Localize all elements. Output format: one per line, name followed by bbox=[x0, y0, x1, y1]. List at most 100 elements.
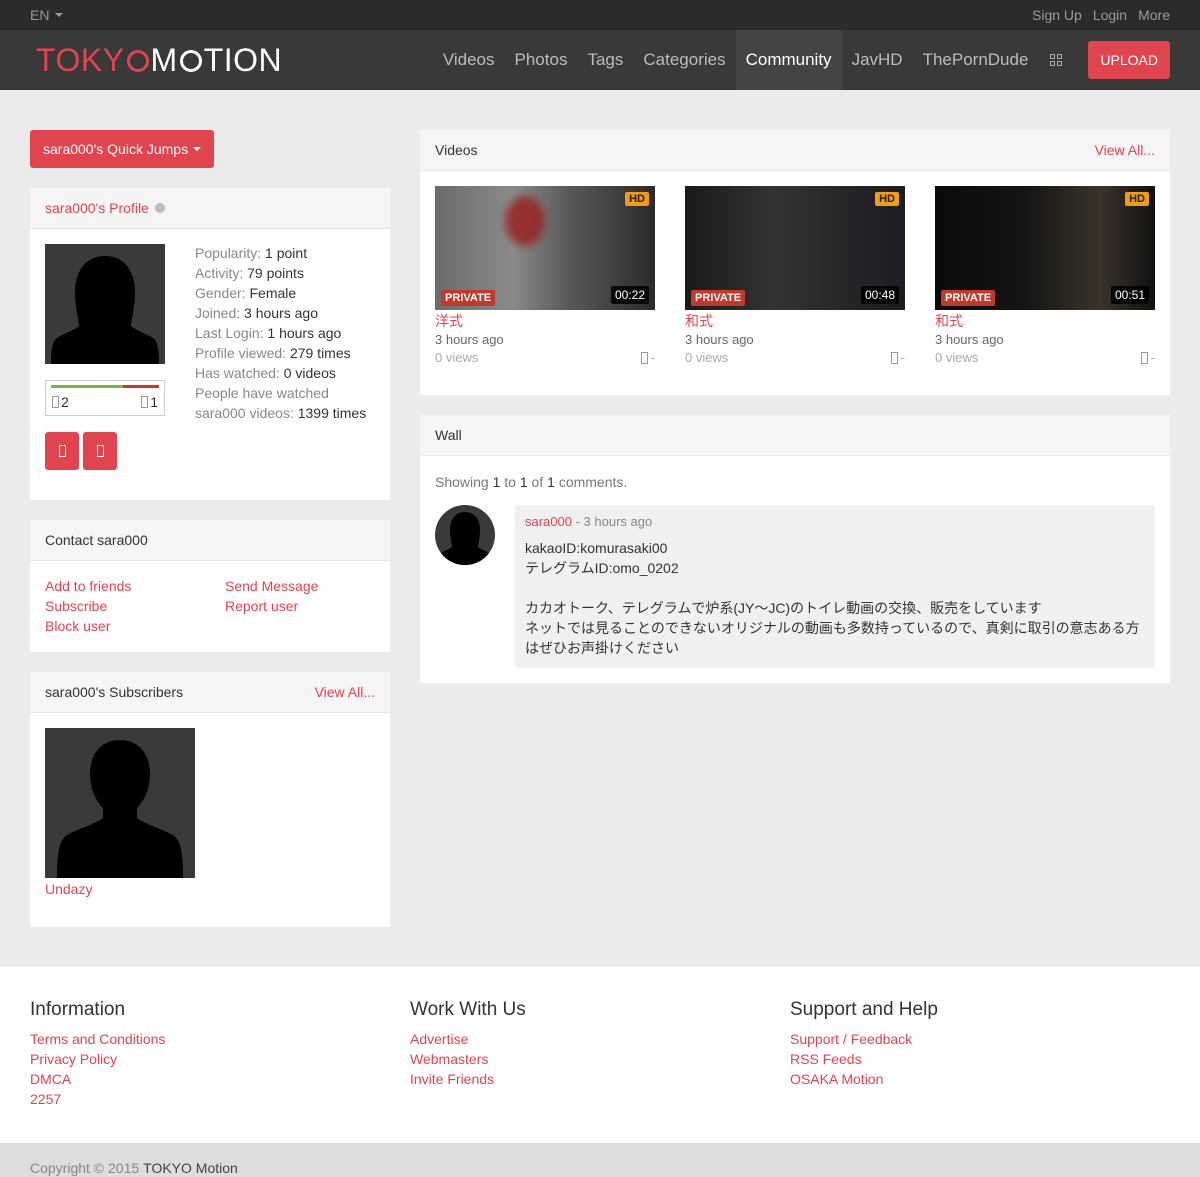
subscribers-view-all-link[interactable]: View All... bbox=[315, 684, 375, 700]
site-logo[interactable]: TOKY M TION bbox=[36, 42, 282, 79]
add-friend-button[interactable] bbox=[45, 432, 79, 470]
video-duration: 00:51 bbox=[1110, 286, 1149, 304]
nav-theporndude[interactable]: ThePornDude bbox=[913, 30, 1039, 90]
profile-stat-row: Last Login: 1 hours ago bbox=[195, 323, 366, 343]
comment-text: kakaoID:komurasaki00 テレグラムID:omo_0202 カカ… bbox=[525, 540, 1140, 656]
contact-title: Contact sara000 bbox=[45, 532, 148, 548]
nav-tags[interactable]: Tags bbox=[577, 30, 633, 90]
2257-link[interactable]: 2257 bbox=[30, 1089, 410, 1109]
add-to-friends-link[interactable]: Add to friends bbox=[45, 576, 225, 596]
comment-author-link[interactable]: sara000 bbox=[525, 514, 572, 529]
rating-bar-likes bbox=[51, 385, 124, 388]
like-count-value: 2 bbox=[61, 394, 69, 410]
showing-to: 1 bbox=[519, 474, 528, 490]
profile-stat-row: People have watched bbox=[195, 383, 366, 403]
profile-heading: sara000's Profile bbox=[45, 200, 165, 216]
profile-stat-label: Gender: bbox=[195, 285, 246, 301]
rating-bar bbox=[51, 385, 159, 388]
logo-text-tion: TION bbox=[203, 41, 283, 78]
rss-feeds-link[interactable]: RSS Feeds bbox=[790, 1049, 1170, 1069]
videos-view-all-link[interactable]: View All... bbox=[1095, 142, 1155, 158]
apps-grid-icon[interactable] bbox=[1038, 30, 1076, 90]
dmca-link[interactable]: DMCA bbox=[30, 1069, 410, 1089]
footer: Information Terms and Conditions Privacy… bbox=[0, 967, 1200, 1143]
profile-title[interactable]: sara000's Profile bbox=[45, 200, 149, 216]
video-thumbnail[interactable]: HD PRIVATE 00:22 bbox=[435, 186, 655, 310]
nav-videos[interactable]: Videos bbox=[433, 30, 505, 90]
comment-bubble: sara000 - 3 hours ago kakaoID:komurasaki… bbox=[515, 505, 1155, 668]
profile-stat-value: 1 hours ago bbox=[267, 325, 342, 341]
send-message-link[interactable]: Send Message bbox=[225, 576, 375, 596]
thumbs-up-icon bbox=[640, 352, 648, 364]
video-card: HD PRIVATE 00:48 和式 3 hours ago 0 views … bbox=[685, 186, 905, 367]
male-silhouette-icon bbox=[57, 740, 183, 878]
profile-stat-row: Has watched: 0 videos bbox=[195, 363, 366, 383]
wall-comment: sara000 - 3 hours ago kakaoID:komurasaki… bbox=[435, 505, 1155, 668]
webmasters-link[interactable]: Webmasters bbox=[410, 1049, 790, 1069]
profile-stat-value: 1 point bbox=[265, 245, 308, 261]
advertise-link[interactable]: Advertise bbox=[410, 1029, 790, 1049]
footer-work-title: Work With Us bbox=[410, 999, 526, 1020]
videos-title: Videos bbox=[435, 142, 478, 158]
report-user-link[interactable]: Report user bbox=[225, 596, 375, 616]
upload-button[interactable]: UPLOAD bbox=[1088, 41, 1170, 79]
profile-stat-value: 79 points bbox=[247, 265, 304, 281]
nav-categories[interactable]: Categories bbox=[633, 30, 735, 90]
copyright-bar: Copyright © 2015 TOKYO Motion bbox=[0, 1143, 1200, 1177]
profile-stat-label: Profile viewed: bbox=[195, 345, 287, 361]
profile-stat-label: Last Login: bbox=[195, 325, 264, 341]
video-duration: 00:48 bbox=[860, 286, 899, 304]
footer-work: Work With Us Advertise Webmasters Invite… bbox=[410, 999, 790, 1109]
sign-up-link[interactable]: Sign Up bbox=[1032, 7, 1082, 23]
hd-badge: HD bbox=[1125, 192, 1149, 206]
nav-photos[interactable]: Photos bbox=[505, 30, 578, 90]
profile-stat-label: Joined: bbox=[195, 305, 241, 321]
more-link[interactable]: More bbox=[1138, 7, 1170, 23]
footer-support-title: Support and Help bbox=[790, 999, 938, 1020]
language-selector[interactable]: EN bbox=[30, 7, 64, 23]
dislike-count[interactable]: 1 bbox=[141, 394, 158, 410]
subscribe-link[interactable]: Subscribe bbox=[45, 596, 225, 616]
private-badge: PRIVATE bbox=[691, 290, 746, 306]
video-views: 0 views bbox=[685, 350, 729, 365]
video-thumbnail[interactable]: HD PRIVATE 00:48 bbox=[685, 186, 905, 310]
support-feedback-link[interactable]: Support / Feedback bbox=[790, 1029, 1170, 1049]
video-thumbnail[interactable]: HD PRIVATE 00:51 bbox=[935, 186, 1155, 310]
invite-friends-link[interactable]: Invite Friends bbox=[410, 1069, 790, 1089]
rating-widget: 2 1 bbox=[45, 380, 165, 416]
profile-stat-row: Profile viewed: 279 times bbox=[195, 343, 366, 363]
rating-bar-dislikes bbox=[123, 385, 159, 388]
video-rating-value: - bbox=[1150, 350, 1155, 365]
video-rating: - bbox=[640, 349, 655, 367]
terms-link[interactable]: Terms and Conditions bbox=[30, 1029, 410, 1049]
block-user-link[interactable]: Block user bbox=[45, 616, 225, 636]
nav-javhd[interactable]: JavHD bbox=[842, 30, 913, 90]
contact-panel: Contact sara000 Add to friends Send Mess… bbox=[30, 520, 390, 652]
osaka-motion-link[interactable]: OSAKA Motion bbox=[790, 1069, 1170, 1089]
language-label: EN bbox=[30, 7, 50, 23]
user-plus-icon bbox=[58, 445, 66, 457]
thumbs-up-icon bbox=[890, 352, 898, 364]
login-link[interactable]: Login bbox=[1093, 7, 1127, 23]
comment-avatar[interactable] bbox=[435, 505, 495, 565]
subscriber-avatar[interactable] bbox=[45, 728, 195, 878]
video-duration: 00:22 bbox=[610, 286, 649, 304]
nav-community[interactable]: Community bbox=[735, 30, 842, 90]
profile-stat-label: Popularity: bbox=[195, 245, 262, 261]
video-title-link[interactable]: 和式 bbox=[685, 311, 905, 331]
profile-stat-label: Activity: bbox=[195, 265, 244, 281]
hd-badge: HD bbox=[875, 192, 899, 206]
privacy-link[interactable]: Privacy Policy bbox=[30, 1049, 410, 1069]
video-title-link[interactable]: 洋式 bbox=[435, 311, 655, 331]
profile-stat-label: Has watched: bbox=[195, 365, 280, 381]
profile-stat-row: Gender: Female bbox=[195, 283, 366, 303]
subscriber-name-link[interactable]: Undazy bbox=[45, 881, 375, 897]
subscribers-title: sara000's Subscribers bbox=[45, 684, 184, 700]
video-title-link[interactable]: 和式 bbox=[935, 311, 1155, 331]
message-button[interactable] bbox=[83, 432, 117, 470]
profile-stat-row: sara000 videos: 1399 times bbox=[195, 403, 366, 423]
showing-of-word: of bbox=[531, 474, 544, 490]
video-time: 3 hours ago bbox=[435, 332, 504, 347]
like-count[interactable]: 2 bbox=[52, 394, 69, 410]
quick-jumps-button[interactable]: sara000's Quick Jumps bbox=[30, 130, 215, 168]
